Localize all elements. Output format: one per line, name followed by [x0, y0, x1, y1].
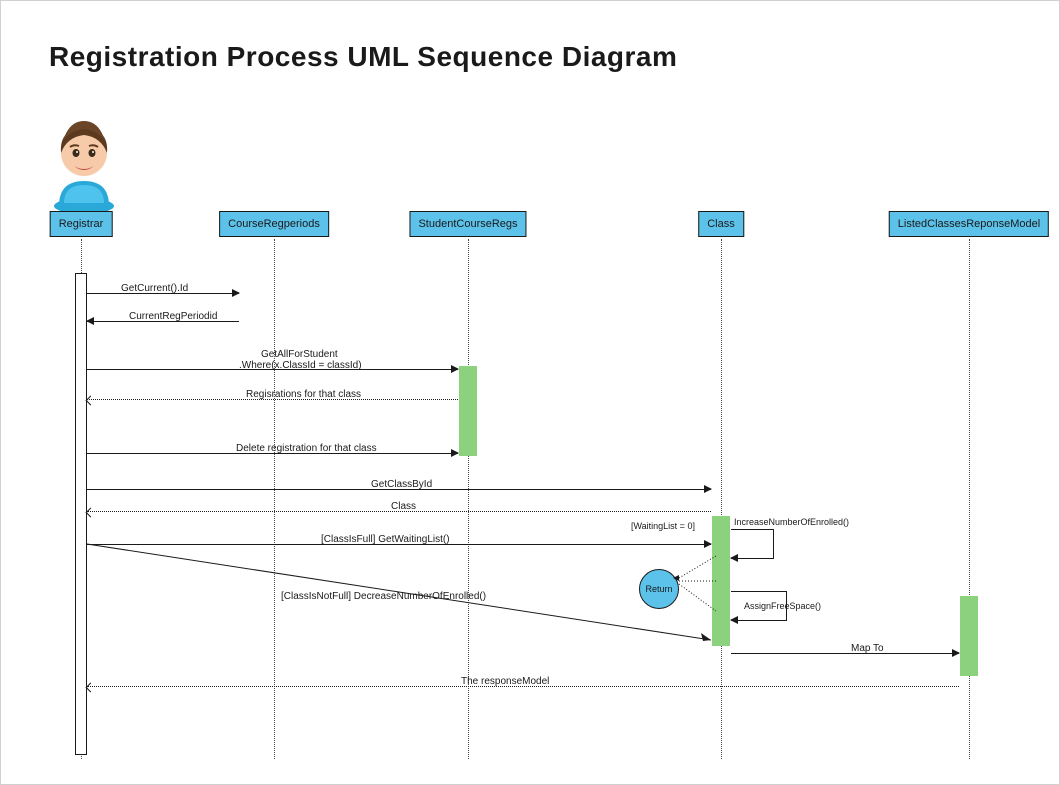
msg-mapto: Map To [851, 643, 884, 654]
lifeline-courseregperiods: CourseRegperiods [219, 211, 329, 237]
msg-classnotfull: [ClassIsNotFull] DecreaseNumberOfEnrolle… [281, 591, 486, 602]
lifeline-line [721, 239, 722, 759]
arrow [731, 653, 959, 654]
lifeline-line [969, 239, 970, 759]
msg-currentperiod: CurrentRegPeriodid [129, 311, 217, 322]
activation-scr [459, 366, 477, 456]
msg-getcurrent: GetCurrent().Id [121, 283, 188, 294]
msg-getclassbyid: GetClassById [371, 479, 432, 490]
msg-increase: IncreaseNumberOfEnrolled() [734, 517, 849, 527]
actor-avatar [39, 111, 129, 211]
msg-getall2: .Where(x.ClassId = classId) [239, 360, 362, 371]
msg-responsemodel: The responseModel [461, 676, 549, 687]
lifeline-studentcourseregs: StudentCourseRegs [409, 211, 526, 237]
msg-classreturn: Class [391, 501, 416, 512]
diagram-canvas: Registration Process UML Sequence Diagra… [0, 0, 1060, 785]
msg-deletereg: Delete registration for that class [236, 443, 377, 454]
activation-registrar [75, 273, 87, 755]
lifeline-registrar: Registrar [50, 211, 113, 237]
msg-waitingzero: [WaitingList = 0] [631, 521, 695, 531]
msg-getall1: GetAllForStudent [261, 349, 338, 360]
self-arrow [731, 591, 787, 621]
activation-model [960, 596, 978, 676]
lifeline-line [274, 239, 275, 759]
msg-regsforclass: Regisrations for that class [246, 389, 361, 400]
page-title: Registration Process UML Sequence Diagra… [49, 41, 677, 73]
lifeline-class: Class [698, 211, 744, 237]
lifeline-model: ListedClassesReponseModel [889, 211, 1049, 237]
self-arrow [731, 529, 774, 559]
